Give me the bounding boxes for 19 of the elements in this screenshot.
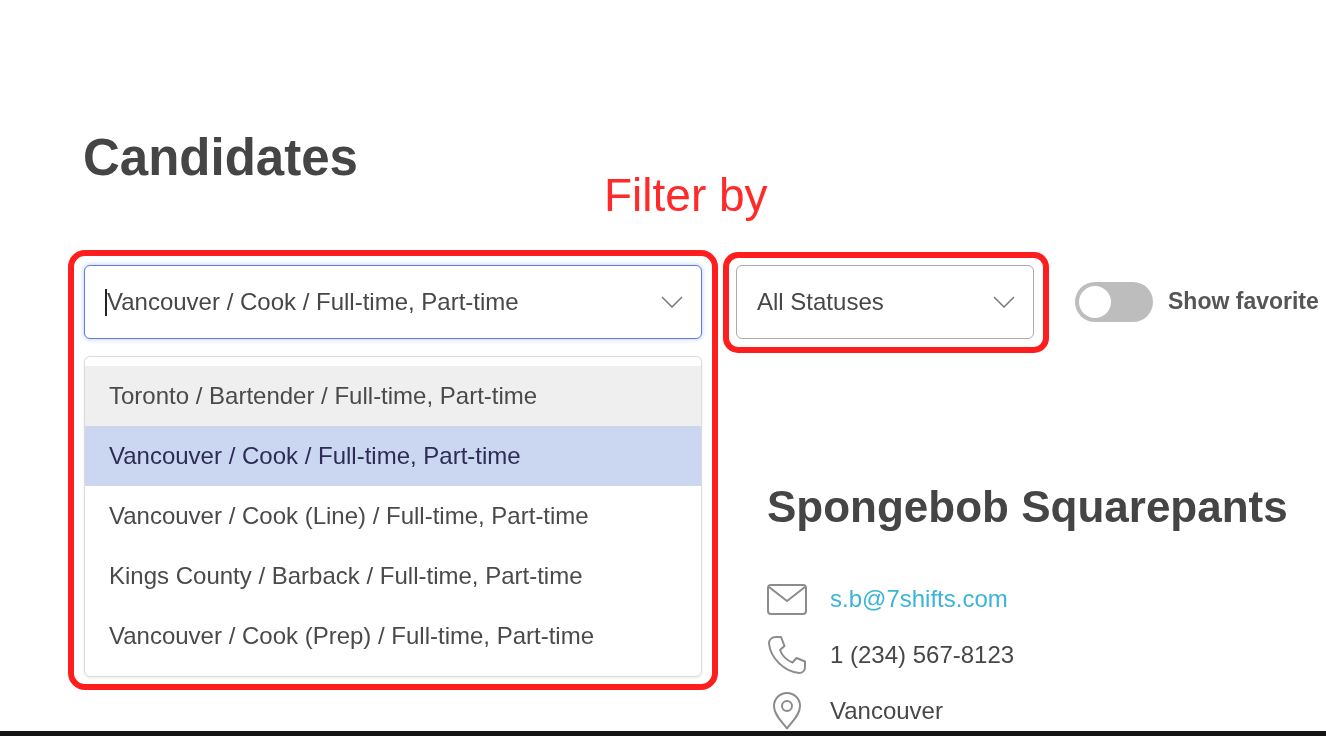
chevron-down-icon [661, 296, 683, 308]
dropdown-option[interactable]: Kings County / Barback / Full-time, Part-time [85, 546, 701, 606]
dropdown-option[interactable]: Vancouver / Cook (Line) / Full-time, Part-time [85, 486, 701, 546]
candidate-name: Spongebob Squarepants [767, 481, 1288, 533]
dropdown-option[interactable]: Toronto / Bartender / Full-time, Part-time [85, 366, 701, 426]
text-cursor-icon [105, 288, 107, 316]
dropdown-option[interactable]: Vancouver / Cook (Prep) / Full-time, Part-time [85, 606, 701, 666]
status-select[interactable]: All Statuses [736, 265, 1034, 339]
envelope-icon [767, 583, 807, 615]
phone-icon [767, 635, 807, 675]
toggle-label: Show favorite [1168, 288, 1319, 315]
map-pin-icon [772, 692, 802, 730]
dropdown-option[interactable]: Vancouver / Cook / Full-time, Part-time [85, 426, 701, 486]
chevron-down-icon [993, 296, 1015, 308]
location-select[interactable]: Vancouver / Cook / Full-time, Part-time [84, 265, 702, 339]
toggle-switch[interactable] [1075, 281, 1153, 322]
phone-number: 1 (234) 567-8123 [830, 641, 1015, 669]
page-title: Candidates [83, 130, 358, 185]
location-text: Vancouver [830, 697, 943, 725]
